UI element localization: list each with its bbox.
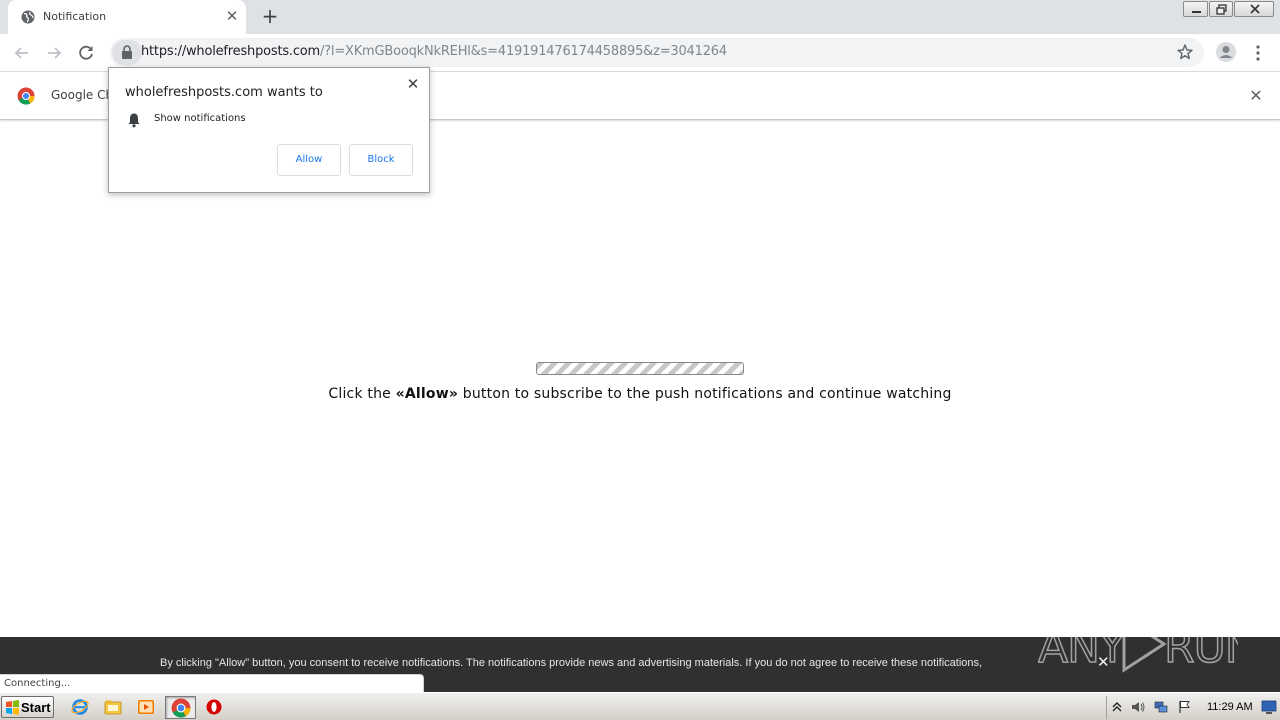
block-button[interactable]: Block <box>349 144 413 176</box>
chrome-icon <box>171 698 191 718</box>
close-window-button[interactable] <box>1234 1 1274 17</box>
page-message-before: Click the <box>328 386 396 402</box>
minimize-icon <box>1192 11 1201 13</box>
prompt-title: wholefreshposts.com wants to <box>125 85 323 100</box>
tab-close-icon[interactable]: ✕ <box>224 8 240 24</box>
bookmark-star-icon[interactable] <box>1176 43 1194 61</box>
chrome-logo-icon <box>17 87 35 105</box>
close-icon <box>1250 4 1260 14</box>
restore-button[interactable] <box>1209 1 1233 17</box>
new-tab-button[interactable]: + <box>259 6 281 28</box>
site-info-button[interactable] <box>112 40 142 65</box>
kebab-menu-icon[interactable] <box>1250 42 1266 64</box>
opera-icon[interactable] <box>204 697 224 717</box>
action-center-flag-icon[interactable] <box>1178 700 1192 714</box>
tab-strip: Notification ✕ + <box>0 0 1280 34</box>
clock: 11:29 AM <box>1207 701 1253 713</box>
page-message: Click the «Allow» button to subscribe to… <box>0 386 1280 402</box>
globe-icon <box>21 10 35 24</box>
windows-flag-icon <box>6 700 19 715</box>
restore-icon <box>1216 4 1227 15</box>
page-message-after: button to subscribe to the push notifica… <box>458 386 952 402</box>
media-player-icon[interactable] <box>136 697 156 717</box>
anyrun-watermark-logo: ANY RUN <box>1038 615 1238 674</box>
minimize-button[interactable] <box>1183 1 1208 17</box>
show-desktop-icon[interactable] <box>1261 699 1277 715</box>
chrome-taskbar-button[interactable] <box>165 696 196 719</box>
infobar-close-icon[interactable]: ✕ <box>1247 86 1265 105</box>
infobar-text: Google Ch <box>51 88 114 102</box>
internet-explorer-icon[interactable] <box>70 697 90 717</box>
address-bar[interactable]: https://wholefreshposts.com/?l=XKmGBooqk… <box>110 38 1204 67</box>
url-host: https://wholefreshposts.com <box>141 44 321 59</box>
page-message-bold: «Allow» <box>395 386 459 402</box>
file-explorer-icon[interactable] <box>103 697 123 717</box>
bell-icon <box>128 113 140 128</box>
prompt-close-icon[interactable]: ✕ <box>405 75 421 93</box>
status-bubble: Connecting... <box>0 674 424 692</box>
url-path: /?l=XKmGBooqkNkREHl&s=419191476174458895… <box>320 44 727 59</box>
taskbar: Start 11:29 AM <box>0 692 1280 720</box>
show-hidden-icons-icon[interactable] <box>1110 700 1124 714</box>
profile-avatar-icon[interactable] <box>1215 41 1237 63</box>
loading-progress-bar <box>536 362 744 375</box>
tab-notification[interactable]: Notification ✕ <box>8 0 246 34</box>
watermark-text: ANY <box>1038 622 1126 673</box>
system-tray: 11:29 AM <box>1106 696 1280 719</box>
start-label: Start <box>21 700 51 715</box>
forward-arrow-icon[interactable] <box>43 42 65 64</box>
back-arrow-icon[interactable] <box>11 42 33 64</box>
start-button[interactable]: Start <box>1 696 54 718</box>
svg-text:RUN: RUN <box>1164 622 1238 673</box>
consent-text: By clicking "Allow" button, you consent … <box>160 657 983 669</box>
allow-button[interactable]: Allow <box>277 144 341 176</box>
reload-icon[interactable] <box>75 42 97 64</box>
tab-title: Notification <box>43 10 107 23</box>
url-text: https://wholefreshposts.com/?l=XKmGBooqk… <box>141 44 727 59</box>
lock-icon <box>122 45 132 59</box>
speaker-icon[interactable] <box>1131 700 1145 714</box>
permission-label: Show notifications <box>154 113 246 124</box>
notification-permission-prompt: wholefreshposts.com wants to ✕ Show noti… <box>108 67 430 193</box>
network-icon[interactable] <box>1154 700 1168 714</box>
